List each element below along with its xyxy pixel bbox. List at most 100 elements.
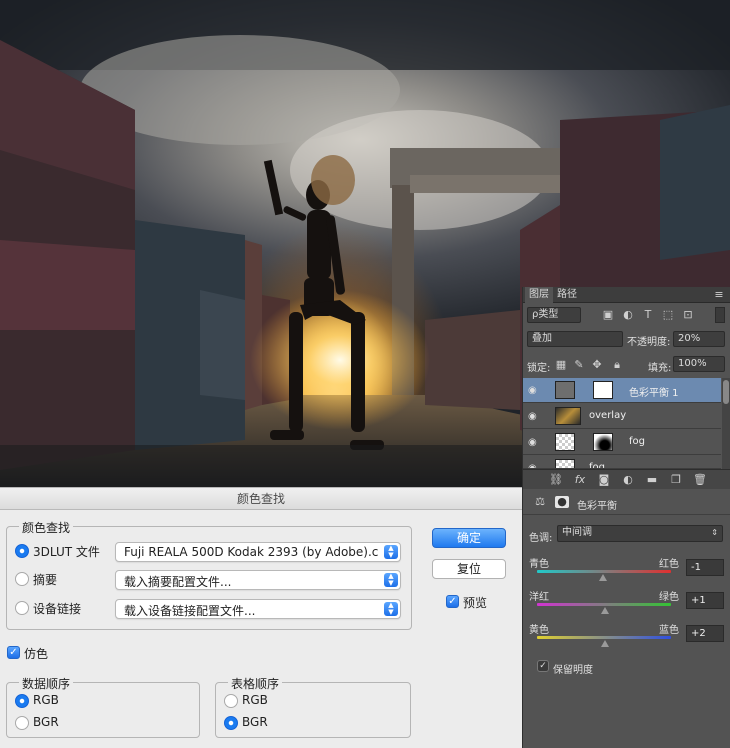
slider-track[interactable] <box>537 636 671 639</box>
opacity-label: 不透明度: <box>627 337 671 348</box>
chevron-updown-icon: ▲ ▼ <box>384 602 398 616</box>
fill-value: 100% <box>678 358 707 369</box>
table-order-rgb-radio[interactable] <box>224 694 238 708</box>
type-filter-icon[interactable]: T <box>641 309 655 321</box>
lock-paint-icon[interactable]: ✎ <box>573 359 585 371</box>
blend-mode-select[interactable]: 叠加 <box>527 331 623 347</box>
slider-value-field[interactable]: +1 <box>686 592 724 609</box>
select-abstract-profile[interactable]: 载入摘要配置文件... ▲ ▼ <box>115 570 401 590</box>
data-order-group: 数据顺序 RGB BGR <box>6 675 200 738</box>
lookup-group-legend: 颜色查找 <box>19 519 74 536</box>
select-3dlut-file[interactable]: Fuji REALA 500D Kodak 2393 (by Adobe).cu… <box>115 542 401 562</box>
data-order-legend: 数据顺序 <box>19 675 74 692</box>
label-device-link: 设备链接 <box>33 602 82 616</box>
radio-abstract[interactable] <box>15 572 29 586</box>
preview-checkbox[interactable]: ✓ <box>446 595 459 608</box>
layer-filter-select[interactable]: ρ类型 <box>527 307 581 323</box>
layers-panel-tabs: 图层 路径 ≡ <box>523 287 730 303</box>
slider-right-label: 蓝色 <box>659 625 679 636</box>
fx-icon[interactable]: fx <box>573 474 587 486</box>
layer-row[interactable]: ◉ fog <box>523 430 721 455</box>
image-filter-icon[interactable]: ▣ <box>601 309 615 321</box>
scrollbar-thumb[interactable] <box>723 380 729 404</box>
photoshop-window: 颜色查找 颜色查找 3DLUT 文件 Fuji REALA 500D Kodak… <box>0 0 730 748</box>
link-icon[interactable]: ⛓ <box>549 474 563 486</box>
slider-knob[interactable] <box>599 574 608 581</box>
slider-left-label: 黄色 <box>529 625 549 636</box>
layer-row[interactable]: ◉ 色彩平衡 1 <box>523 378 721 403</box>
tone-label: 色调: <box>529 533 553 544</box>
slider-track[interactable] <box>537 570 671 573</box>
dither-checkbox[interactable]: ✓ <box>7 646 20 659</box>
opacity-value: 20% <box>678 333 701 344</box>
balance-icon: ⚖ <box>535 495 545 508</box>
table-order-legend: 表格顺序 <box>228 675 283 692</box>
chevron-updown-icon: ▲ ▼ <box>384 545 398 559</box>
slider-right-label: 绿色 <box>659 592 679 603</box>
ok-button[interactable]: 确定 <box>432 528 506 548</box>
properties-header: ⚖ ● 色彩平衡 <box>523 489 730 515</box>
slider-knob[interactable] <box>601 640 610 647</box>
lock-transparent-icon[interactable]: ▦ <box>555 359 567 371</box>
chevron-updown-icon: ▲ ▼ <box>384 573 398 587</box>
layers-scrollbar[interactable] <box>722 378 730 469</box>
table-order-bgr-radio[interactable] <box>224 716 238 730</box>
fill-label: 填充: <box>648 363 672 374</box>
tab-paths[interactable]: 路径 <box>553 287 581 303</box>
adjustment-filter-icon[interactable]: ◐ <box>621 309 635 321</box>
layers-footer: ⛓ fx ◙ ◐ ▬ ❐ 🗑︎ <box>523 469 730 489</box>
data-order-bgr-label: BGR <box>33 715 59 729</box>
slider-knob[interactable] <box>600 607 609 614</box>
reset-button[interactable]: 复位 <box>432 559 506 579</box>
properties-panel: ⚖ ● 色彩平衡 色调: 中间调 ⇕ 青色 红色 -1 洋红 绿色 +1 黄色 蓝色 +2 ✓ … <box>522 489 730 748</box>
lock-all-icon[interactable]: 🔒︎ <box>611 359 623 371</box>
select-device-link-profile[interactable]: 载入设备链接配置文件... ▲ ▼ <box>115 599 401 619</box>
dither-label: 仿色 <box>24 647 49 661</box>
tab-layers[interactable]: 图层 <box>525 287 553 303</box>
slider-value-field[interactable]: -1 <box>686 559 724 576</box>
layers-panel: 图层 路径 ≡ ρ类型 ▣ ◐ T ⬚ ⊡ 叠加 不透明度: 20% 锁定: ▦… <box>522 287 730 489</box>
layer-name: fog <box>629 436 645 447</box>
layer-thumbnail <box>555 433 575 451</box>
lock-move-icon[interactable]: ✥ <box>591 359 603 371</box>
color-lookup-dialog: 颜色查找 颜色查找 3DLUT 文件 Fuji REALA 500D Kodak… <box>0 487 522 748</box>
new-layer-icon[interactable]: ❐ <box>669 474 683 486</box>
data-order-bgr-radio[interactable] <box>15 716 29 730</box>
mask-thumbnail <box>593 381 613 399</box>
adjustment-icon[interactable]: ◐ <box>621 474 635 486</box>
select-device-link-value: 载入设备链接配置文件... <box>124 604 256 618</box>
select-3dlut-value: Fuji REALA 500D Kodak 2393 (by Adobe).cu… <box>124 545 378 559</box>
slider-track[interactable] <box>537 603 671 606</box>
folder-icon[interactable]: ▬ <box>645 474 659 486</box>
data-order-rgb-radio[interactable] <box>15 694 29 708</box>
shape-filter-icon[interactable]: ⬚ <box>661 309 675 321</box>
preview-label: 预览 <box>463 596 488 610</box>
visibility-eye-icon[interactable]: ◉ <box>528 437 537 448</box>
layer-row[interactable]: ◉ fog <box>523 456 721 469</box>
radio-device-link[interactable] <box>15 601 29 615</box>
trash-icon[interactable]: 🗑︎ <box>693 474 707 486</box>
visibility-eye-icon[interactable]: ◉ <box>528 411 537 422</box>
slider-left-label: 青色 <box>529 559 549 570</box>
panel-menu-icon[interactable]: ≡ <box>711 289 727 301</box>
blend-mode-value: 叠加 <box>532 333 552 344</box>
data-order-rgb-label: RGB <box>33 693 59 707</box>
layer-thumbnail <box>555 407 581 425</box>
mask-icon[interactable]: ◙ <box>597 474 611 486</box>
tone-select[interactable]: 中间调 ⇕ <box>557 525 723 542</box>
lock-label: 锁定: <box>527 363 551 374</box>
filter-toggle-icon[interactable] <box>715 307 725 323</box>
label-abstract: 摘要 <box>33 573 58 587</box>
smart-object-filter-icon[interactable]: ⊡ <box>681 309 695 321</box>
layer-name: overlay <box>589 410 627 421</box>
fill-field[interactable]: 100% <box>673 356 725 372</box>
visibility-eye-icon[interactable]: ◉ <box>528 385 537 396</box>
preserve-luminosity-checkbox[interactable]: ✓ <box>537 660 549 672</box>
table-order-bgr-label: BGR <box>242 715 268 729</box>
mask-mode-icon[interactable]: ● <box>555 496 569 508</box>
radio-3dlut[interactable] <box>15 544 29 558</box>
layer-name: 色彩平衡 1 <box>629 388 679 399</box>
slider-value-field[interactable]: +2 <box>686 625 724 642</box>
layer-row[interactable]: ◉ overlay <box>523 404 721 429</box>
opacity-field[interactable]: 20% <box>673 331 725 347</box>
